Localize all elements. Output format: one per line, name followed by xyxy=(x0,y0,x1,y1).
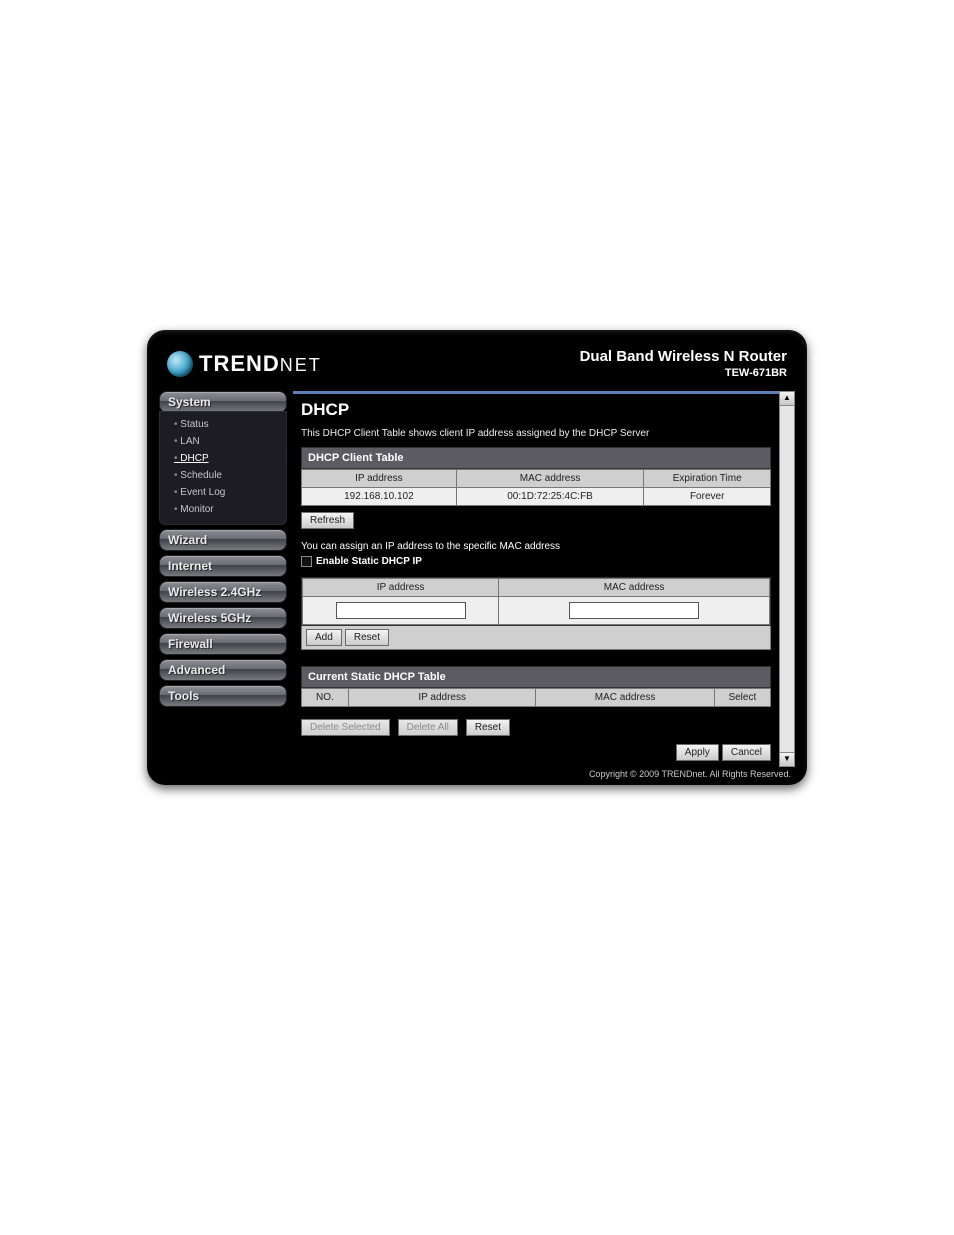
sidebar-item-eventlog[interactable]: Event Log xyxy=(160,484,286,501)
static-col-ip: IP address xyxy=(348,689,536,707)
client-ip: 192.168.10.102 xyxy=(302,488,457,506)
col-mac: MAC address xyxy=(456,470,644,488)
static-ip-input[interactable] xyxy=(336,602,466,619)
nav-advanced[interactable]: Advanced xyxy=(159,659,287,681)
client-row: 192.168.10.102 00:1D:72:25:4C:FB Forever xyxy=(302,488,771,506)
page-title: DHCP xyxy=(301,400,771,420)
sidebar: System Status LAN DHCP Schedule Event Lo… xyxy=(159,391,287,767)
sidebar-item-status[interactable]: Status xyxy=(160,416,286,433)
nav-system[interactable]: System xyxy=(159,391,287,413)
delete-all-button[interactable]: Delete All xyxy=(398,719,458,736)
brand-name: TRENDNET xyxy=(199,351,322,377)
page-description: This DHCP Client Table shows client IP a… xyxy=(301,428,771,439)
scroll-down-icon[interactable]: ▼ xyxy=(780,752,794,766)
client-table-title: DHCP Client Table xyxy=(301,447,771,469)
product-title: Dual Band Wireless N Router xyxy=(580,348,787,365)
static-mac-input[interactable] xyxy=(569,602,699,619)
col-ip: IP address xyxy=(302,470,457,488)
client-mac: 00:1D:72:25:4C:FB xyxy=(456,488,644,506)
assign-note: You can assign an IP address to the spec… xyxy=(301,541,771,552)
delete-selected-button[interactable]: Delete Selected xyxy=(301,719,390,736)
nav-wireless-5[interactable]: Wireless 5GHz xyxy=(159,607,287,629)
entry-col-ip: IP address xyxy=(303,579,499,597)
enable-static-label: Enable Static DHCP IP xyxy=(316,556,422,567)
product-info: Dual Band Wireless N Router TEW-671BR xyxy=(580,348,787,379)
router-admin-frame: TRENDNET Dual Band Wireless N Router TEW… xyxy=(147,330,807,785)
sidebar-item-dhcp[interactable]: DHCP xyxy=(160,450,286,467)
static-col-mac: MAC address xyxy=(536,689,714,707)
product-model: TEW-671BR xyxy=(580,367,787,379)
reset2-button[interactable]: Reset xyxy=(466,719,510,736)
sidebar-item-schedule[interactable]: Schedule xyxy=(160,467,286,484)
brand-logo: TRENDNET xyxy=(167,351,322,377)
client-expire: Forever xyxy=(644,488,771,506)
static-col-no: NO. xyxy=(302,689,349,707)
entry-col-mac: MAC address xyxy=(499,579,770,597)
cancel-button[interactable]: Cancel xyxy=(722,744,771,761)
nav-wizard[interactable]: Wizard xyxy=(159,529,287,551)
static-dhcp-table: NO. IP address MAC address Select xyxy=(301,688,771,707)
dhcp-client-table: IP address MAC address Expiration Time 1… xyxy=(301,469,771,506)
sidebar-item-monitor[interactable]: Monitor xyxy=(160,501,286,518)
col-expire: Expiration Time xyxy=(644,470,771,488)
scroll-up-icon[interactable]: ▲ xyxy=(780,392,794,406)
apply-button[interactable]: Apply xyxy=(676,744,719,761)
nav-wireless-24[interactable]: Wireless 2.4GHz xyxy=(159,581,287,603)
enable-static-checkbox[interactable] xyxy=(301,556,312,567)
content-panel: DHCP This DHCP Client Table shows client… xyxy=(293,391,779,767)
static-entry-table: IP address MAC address xyxy=(302,578,770,625)
nav-firewall[interactable]: Firewall xyxy=(159,633,287,655)
refresh-button[interactable]: Refresh xyxy=(301,512,354,529)
copyright: Copyright © 2009 TRENDnet. All Rights Re… xyxy=(159,767,795,779)
nav-tools[interactable]: Tools xyxy=(159,685,287,707)
static-table-title: Current Static DHCP Table xyxy=(301,666,771,688)
scrollbar[interactable]: ▲ ▼ xyxy=(779,391,795,767)
add-button[interactable]: Add xyxy=(306,629,342,646)
nav-system-submenu: Status LAN DHCP Schedule Event Log Monit… xyxy=(159,411,287,525)
nav-internet[interactable]: Internet xyxy=(159,555,287,577)
header: TRENDNET Dual Band Wireless N Router TEW… xyxy=(159,340,795,391)
static-col-select: Select xyxy=(714,689,770,707)
sidebar-item-lan[interactable]: LAN xyxy=(160,433,286,450)
scroll-track[interactable] xyxy=(780,406,794,752)
globe-icon xyxy=(167,351,193,377)
reset-button[interactable]: Reset xyxy=(345,629,389,646)
